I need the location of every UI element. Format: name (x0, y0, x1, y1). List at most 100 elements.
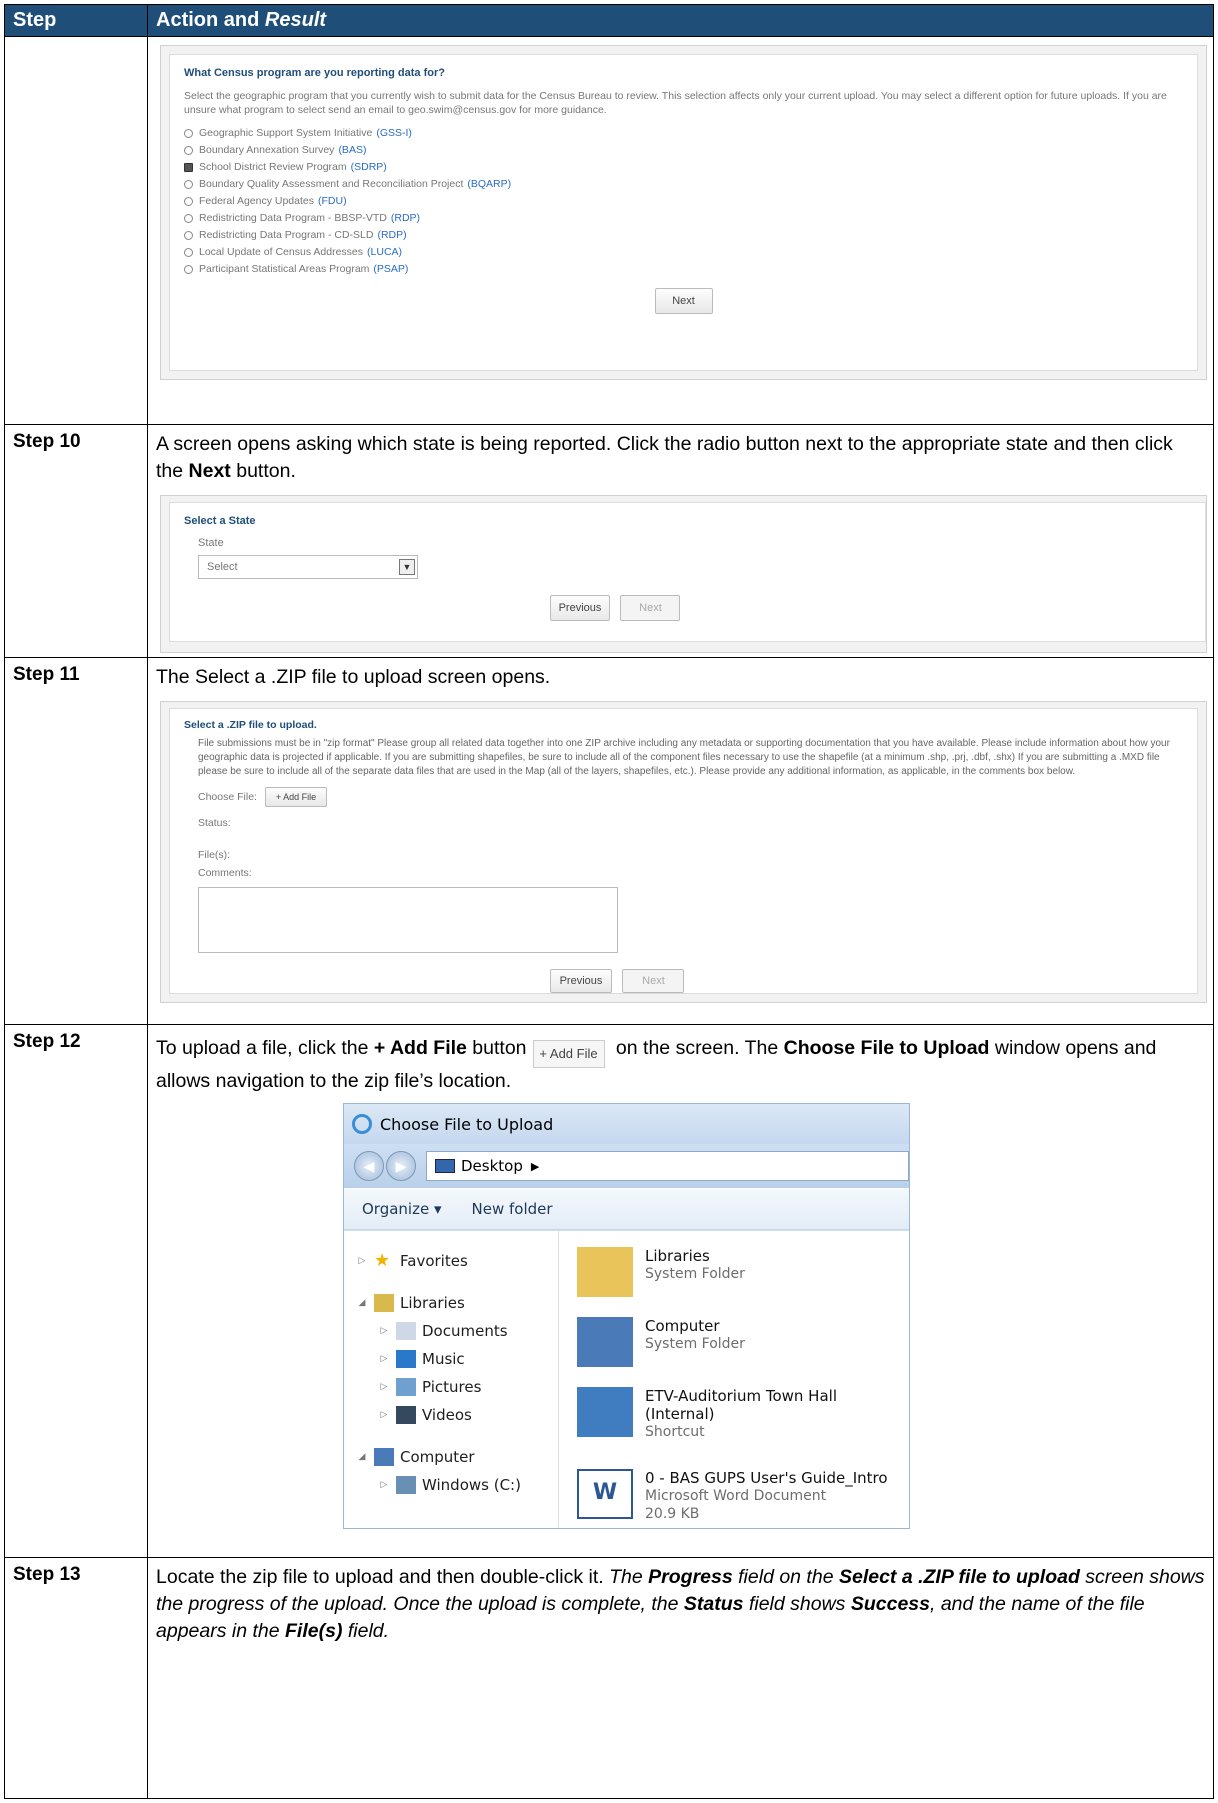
collapsed-arrow-icon[interactable]: ▷ (378, 1410, 390, 1420)
nav-item-pictures[interactable]: ▷ Pictures (344, 1373, 558, 1401)
program-option[interactable]: Redistricting Data Program - BBSP-VTD (RD… (184, 210, 1183, 227)
program-code-link[interactable]: (FDU) (318, 193, 347, 210)
nav-item-label: Favorites (400, 1252, 468, 1270)
step10-row: Step 10 A screen opens asking which stat… (4, 424, 1214, 658)
step13-text: Locate the zip file to upload and then d… (156, 1566, 1205, 1642)
program-code-link[interactable]: (LUCA) (367, 244, 402, 261)
program-option[interactable]: Redistricting Data Program - CD-SLD (RDP) (184, 227, 1183, 244)
program-option[interactable]: Geographic Support System Initiative (GSS… (184, 125, 1183, 142)
organize-button[interactable]: Organize ▾ (362, 1200, 442, 1218)
nav-item-label: Music (422, 1350, 465, 1368)
computer-icon (374, 1448, 394, 1466)
program-code-link[interactable]: (SDRP) (351, 159, 387, 176)
next-button[interactable]: Next (620, 595, 681, 621)
program-code-link[interactable]: (PSAP) (373, 261, 408, 278)
radio-button[interactable] (184, 214, 193, 223)
collapsed-arrow-icon[interactable]: ▷ (378, 1354, 390, 1364)
file-detail: Shortcut (645, 1424, 705, 1440)
radio-button[interactable] (184, 129, 193, 138)
action-column-header: Action and Result (147, 4, 1214, 37)
nav-item-label: Libraries (400, 1294, 465, 1312)
program-option-label: Redistricting Data Program - CD-SLD (199, 229, 374, 241)
new-folder-button[interactable]: New folder (472, 1200, 553, 1218)
program-option[interactable]: Boundary Quality Assessment and Reconcil… (184, 176, 1183, 193)
file-detail: System Folder (645, 1266, 745, 1282)
videos-icon (396, 1406, 416, 1424)
collapsed-arrow-icon[interactable]: ▷ (378, 1326, 390, 1336)
collapsed-arrow-icon[interactable]: ▷ (356, 1256, 368, 1266)
comments-textarea[interactable] (198, 887, 618, 953)
step13-row: Step 13 Locate the zip file to upload an… (4, 1557, 1214, 1799)
program-select-screenshot: What Census program are you reporting da… (160, 45, 1207, 380)
step10-label: Step 10 (4, 424, 148, 658)
dialog-titlebar: Choose File to Upload (344, 1104, 909, 1144)
forward-icon[interactable]: ▶ (386, 1151, 416, 1181)
file-list-pane: Libraries System Folder Computer System Fol… (559, 1231, 909, 1528)
nav-item-favorites[interactable]: ▷ ★ Favorites (344, 1247, 558, 1275)
program-option[interactable]: Boundary Annexation Survey (BAS) (184, 142, 1183, 159)
expanded-arrow-icon[interactable]: ◢ (356, 1298, 368, 1308)
program-code-link[interactable]: (GSS-I) (376, 125, 412, 142)
instruction-table: Step Action and Result What Census progr… (4, 4, 1214, 1799)
radio-button[interactable] (184, 163, 193, 172)
program-code-link[interactable]: (BQARP) (467, 176, 511, 193)
step12-text: To upload a file, click the + Add File b… (156, 1037, 1157, 1092)
zip-upload-description: File submissions must be in "zip format"… (198, 738, 1170, 777)
nav-item-videos[interactable]: ▷ Videos (344, 1401, 558, 1429)
file-item[interactable]: Libraries System Folder (577, 1247, 909, 1317)
program-option[interactable]: School District Review Program (SDRP) (184, 159, 1183, 176)
collapsed-arrow-icon[interactable]: ▷ (378, 1382, 390, 1392)
add-file-button: + Add File (532, 1040, 605, 1068)
nav-item-computer[interactable]: ◢ Computer (344, 1443, 558, 1471)
file-detail: 20.9 KB (645, 1506, 700, 1522)
radio-button[interactable] (184, 180, 193, 189)
comments-label: Comments: (198, 867, 252, 879)
nav-item-libraries[interactable]: ◢ Libraries (344, 1289, 558, 1317)
previous-button[interactable]: Previous (550, 595, 610, 621)
program-option[interactable]: Local Update of Census Addresses (LUCA) (184, 244, 1183, 261)
file-item[interactable]: W 0 - BAS GUPS User's Guide_Intro Microsof… (577, 1469, 909, 1528)
nav-item-label: Videos (422, 1406, 472, 1424)
program-option-label: Participant Statistical Areas Program (199, 263, 370, 275)
expanded-arrow-icon[interactable]: ◢ (356, 1452, 368, 1462)
program-code-link[interactable]: (RDP) (377, 227, 406, 244)
chevron-down-icon: ▼ (399, 559, 415, 575)
program-option[interactable]: Participant Statistical Areas Program (PS… (184, 261, 1183, 278)
address-bar[interactable]: Desktop ▶ (426, 1151, 909, 1181)
nav-item-windows-c[interactable]: ▷ Windows (C:) (344, 1471, 558, 1499)
nav-item-music[interactable]: ▷ Music (344, 1345, 558, 1373)
desktop-icon (435, 1159, 455, 1173)
file-name: 0 - BAS GUPS User's Guide_Intro (645, 1469, 888, 1487)
step-column-header: Step (4, 4, 148, 37)
nav-item-documents[interactable]: ▷ Documents (344, 1317, 558, 1345)
music-icon (396, 1350, 416, 1368)
radio-button[interactable] (184, 231, 193, 240)
program-option[interactable]: Federal Agency Updates (FDU) (184, 193, 1183, 210)
add-file-button[interactable]: + Add File (264, 787, 327, 807)
radio-button[interactable] (184, 265, 193, 274)
state-select[interactable]: Select ▼ (198, 555, 418, 579)
radio-button[interactable] (184, 197, 193, 206)
step12-label: Step 12 (4, 1024, 148, 1558)
program-code-link[interactable]: (RDP) (391, 210, 420, 227)
step11-text: The Select a .ZIP file to upload screen … (156, 666, 551, 688)
file-name: Computer (645, 1317, 720, 1335)
computer-icon (577, 1317, 633, 1367)
program-code-link[interactable]: (BAS) (338, 142, 366, 159)
next-button[interactable]: Next (654, 288, 713, 314)
step9-label-cell (4, 36, 148, 425)
program-option-label: Boundary Quality Assessment and Reconcil… (199, 178, 464, 190)
file-item[interactable]: ETV-Auditorium Town Hall (Internal) Shortc… (577, 1387, 909, 1469)
radio-button[interactable] (184, 248, 193, 257)
collapsed-arrow-icon[interactable]: ▷ (378, 1480, 390, 1490)
previous-button[interactable]: Previous (550, 969, 612, 993)
file-item[interactable]: Computer System Folder (577, 1317, 909, 1387)
file-name: Libraries (645, 1247, 710, 1265)
next-button[interactable]: Next (622, 969, 685, 993)
select-state-title: Select a State (184, 515, 256, 527)
radio-button[interactable] (184, 146, 193, 155)
choose-file-dialog: Choose File to Upload ◀ ▶ Desktop ▶ Organ… (343, 1103, 910, 1529)
state-label: State (198, 537, 224, 549)
back-icon[interactable]: ◀ (354, 1151, 384, 1181)
star-icon: ★ (374, 1250, 391, 1271)
